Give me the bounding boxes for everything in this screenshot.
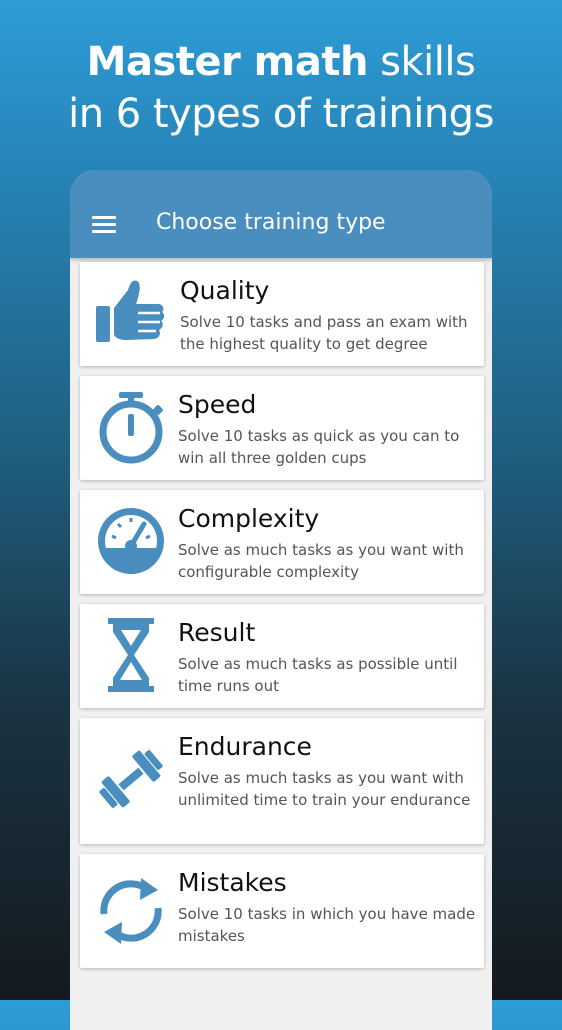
training-description: Solve 10 tasks in which you have made mi… [178, 905, 476, 945]
training-card-result[interactable]: Result Solve as much tasks as possible u… [80, 604, 484, 708]
menu-icon[interactable] [92, 216, 116, 234]
training-description: Solve as much tasks as possible until ti… [178, 655, 458, 695]
training-title: Mistakes [178, 868, 287, 897]
training-card-mistakes[interactable]: Mistakes Solve 10 tasks in which you hav… [80, 854, 484, 968]
thumbs-up-icon [96, 280, 165, 342]
training-card-quality[interactable]: Quality Solve 10 tasks and pass an exam … [80, 262, 484, 366]
training-title: Complexity [178, 504, 320, 533]
training-title: Endurance [178, 732, 312, 761]
promo-headline: Master math skills in 6 types of trainin… [0, 36, 562, 140]
training-card-endurance[interactable]: Endurance Solve as much tasks as you wan… [80, 718, 484, 844]
headline-line2: in 6 types of trainings [68, 91, 494, 137]
training-description: Solve 10 tasks as quick as you can to wi… [178, 427, 460, 467]
headline-rest: skills [380, 39, 476, 85]
training-description: Solve as much tasks as you want with con… [178, 541, 464, 581]
training-title: Quality [180, 276, 270, 305]
training-title: Speed [178, 390, 257, 419]
refresh-icon [100, 878, 162, 944]
training-card-speed[interactable]: Speed Solve 10 tasks as quick as you can… [80, 376, 484, 480]
hourglass-icon [108, 618, 154, 692]
phone-screen: Choose training type Quality Solve 10 ta… [70, 170, 492, 1030]
training-description: Solve as much tasks as you want with unl… [178, 769, 471, 809]
dumbbell-icon [99, 750, 163, 808]
training-title: Result [178, 618, 256, 647]
headline-bold: Master math [86, 39, 369, 85]
stopwatch-icon [99, 392, 163, 464]
training-description: Solve 10 tasks and pass an exam with the… [180, 313, 468, 353]
training-card-complexity[interactable]: Complexity Solve as much tasks as you wa… [80, 490, 484, 594]
page-title: Choose training type [156, 210, 386, 235]
app-bar: Choose training type [70, 170, 492, 258]
gauge-icon [98, 508, 164, 574]
